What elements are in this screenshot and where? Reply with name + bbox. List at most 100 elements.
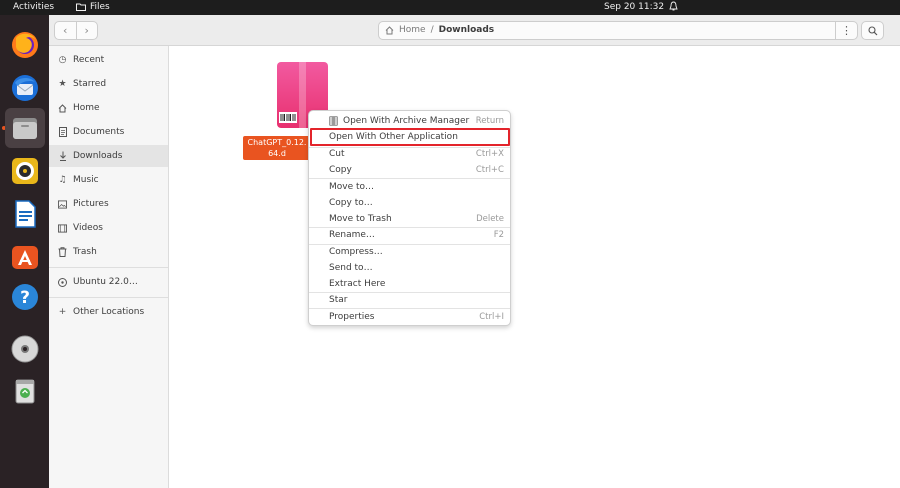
sidebar-item-music[interactable]: ♫ Music: [49, 169, 168, 191]
sidebar-item-pictures[interactable]: Pictures: [49, 193, 168, 215]
files-icon[interactable]: [5, 108, 45, 148]
app-name: Files: [90, 2, 110, 12]
music-icon: ♫: [58, 175, 67, 185]
menu-item-label: Send to…: [329, 263, 373, 273]
context-menu: Open With Archive Manager Return Open Wi…: [308, 110, 511, 326]
file-name-label[interactable]: ChatGPT_0.12. 64.d: [243, 136, 311, 160]
picture-icon: [58, 199, 67, 209]
download-icon: [58, 151, 67, 161]
sidebar-item-starred[interactable]: ★ Starred: [49, 73, 168, 95]
menu-item-label: Star: [329, 295, 348, 305]
thunderbird-icon[interactable]: [9, 72, 41, 104]
home-icon: [385, 25, 394, 34]
file-name-line1: ChatGPT_0.12.: [247, 138, 307, 147]
disc-icon[interactable]: [9, 333, 41, 365]
path-bar: Home / Downloads ⋮: [378, 21, 858, 40]
menu-item-shortcut: Delete: [476, 214, 504, 224]
help-icon[interactable]: ?: [9, 281, 41, 313]
menu-item-shortcut: Ctrl+C: [475, 165, 504, 175]
sidebar-item-recent[interactable]: ◷ Recent: [49, 49, 168, 71]
menu-item-open-with-archive-manager[interactable]: Open With Archive Manager Return: [309, 113, 510, 129]
menu-item-copy[interactable]: Copy Ctrl+C: [309, 162, 510, 178]
star-icon: ★: [58, 79, 67, 89]
sidebar-item-label: Downloads: [73, 151, 123, 161]
menu-item-rename[interactable]: Rename… F2: [309, 227, 510, 243]
sidebar-item-documents[interactable]: Documents: [49, 121, 168, 143]
menu-item-compress[interactable]: Compress…: [309, 244, 510, 260]
sidebar-item-mount[interactable]: Ubuntu 22.0… ▲: [49, 271, 208, 293]
menu-item-label: Move to Trash: [329, 214, 392, 224]
breadcrumb: Home / Downloads: [385, 25, 494, 35]
document-icon: [58, 127, 67, 137]
header-bar: ‹ › Home / Downloads ⋮: [49, 15, 900, 46]
menu-item-move-to[interactable]: Move to…: [309, 179, 510, 195]
sidebar-item-trash[interactable]: Trash: [49, 241, 168, 263]
plus-icon: +: [58, 307, 67, 317]
menu-item-label: Copy to…: [329, 198, 373, 208]
trash-icon[interactable]: [9, 375, 41, 407]
svg-text:?: ?: [20, 288, 30, 308]
menu-item-label: Cut: [329, 149, 345, 159]
sidebar-item-label: Home: [73, 103, 100, 113]
file-view: ChatGPT_0.12. 64.d: [169, 46, 900, 488]
file-name-line2: 64.d: [268, 149, 286, 158]
menu-item-shortcut: F2: [493, 230, 504, 240]
chevron-right-icon: ›: [84, 24, 89, 37]
app-center-icon[interactable]: [9, 241, 41, 273]
sidebar-item-home[interactable]: Home: [49, 97, 168, 119]
clock[interactable]: Sep 20 11:32: [604, 2, 664, 12]
folder-icon: [76, 3, 86, 11]
activities-button[interactable]: Activities: [13, 2, 54, 12]
menu-item-move-to-trash[interactable]: Move to Trash Delete: [309, 211, 510, 227]
writer-icon[interactable]: [9, 198, 41, 230]
dock: ?: [0, 15, 49, 488]
menu-item-extract-here[interactable]: Extract Here: [309, 276, 510, 292]
breadcrumb-current[interactable]: Downloads: [439, 25, 495, 35]
sidebar-item-downloads[interactable]: Downloads: [49, 145, 168, 167]
menu-item-cut[interactable]: Cut Ctrl+X: [309, 146, 510, 162]
sidebar-item-label: Videos: [73, 223, 103, 233]
app-menu[interactable]: Files: [76, 2, 110, 12]
rhythmbox-icon[interactable]: [9, 155, 41, 187]
menu-item-shortcut: Return: [475, 116, 504, 126]
navigation-buttons: ‹ ›: [54, 21, 98, 40]
firefox-icon[interactable]: [9, 29, 41, 61]
sidebar-item-other-locations[interactable]: + Other Locations: [49, 301, 168, 323]
menu-item-label: Properties: [329, 312, 375, 322]
sidebar-divider: [49, 297, 168, 298]
sidebar-item-label: Trash: [73, 247, 97, 257]
menu-item-star[interactable]: Star: [309, 292, 510, 308]
menu-item-label: Move to…: [329, 182, 375, 192]
vertical-dots-icon: ⋮: [841, 24, 852, 37]
sidebar-item-videos[interactable]: Videos: [49, 217, 168, 239]
sidebar-item-label: Ubuntu 22.0…: [73, 277, 138, 287]
menu-item-send-to[interactable]: Send to…: [309, 260, 510, 276]
sidebar-item-label: Recent: [73, 55, 105, 65]
clock-icon: ◷: [58, 55, 67, 65]
sidebar-item-label: Pictures: [73, 199, 109, 209]
highlight-annotation: [310, 128, 510, 146]
menu-item-label: Rename…: [329, 230, 375, 240]
sidebar-item-label: Other Locations: [73, 307, 145, 317]
bell-icon[interactable]: [669, 1, 678, 12]
video-icon: [58, 223, 67, 233]
menu-item-properties[interactable]: Properties Ctrl+I: [309, 309, 510, 325]
breadcrumb-home[interactable]: Home: [399, 25, 426, 35]
menu-item-label: Open With Archive Manager: [343, 116, 470, 126]
menu-item-label: Extract Here: [329, 279, 386, 289]
forward-button[interactable]: ›: [77, 22, 98, 39]
sidebar-divider: [49, 267, 168, 268]
path-menu-button[interactable]: ⋮: [835, 22, 857, 39]
breadcrumb-separator: /: [430, 25, 434, 35]
back-button[interactable]: ‹: [55, 22, 77, 39]
trash-icon: [58, 247, 67, 257]
search-button[interactable]: [861, 21, 884, 40]
drive-icon: [58, 277, 67, 287]
search-icon: [867, 25, 877, 35]
menu-item-copy-to[interactable]: Copy to…: [309, 195, 510, 211]
archive-manager-icon: [329, 116, 338, 126]
menu-item-shortcut: Ctrl+X: [475, 149, 504, 159]
sidebar: ◷ Recent ★ Starred Home Documents Downlo…: [49, 46, 208, 488]
sidebar-item-label: Documents: [73, 127, 125, 137]
menu-item-label: Copy: [329, 165, 352, 175]
